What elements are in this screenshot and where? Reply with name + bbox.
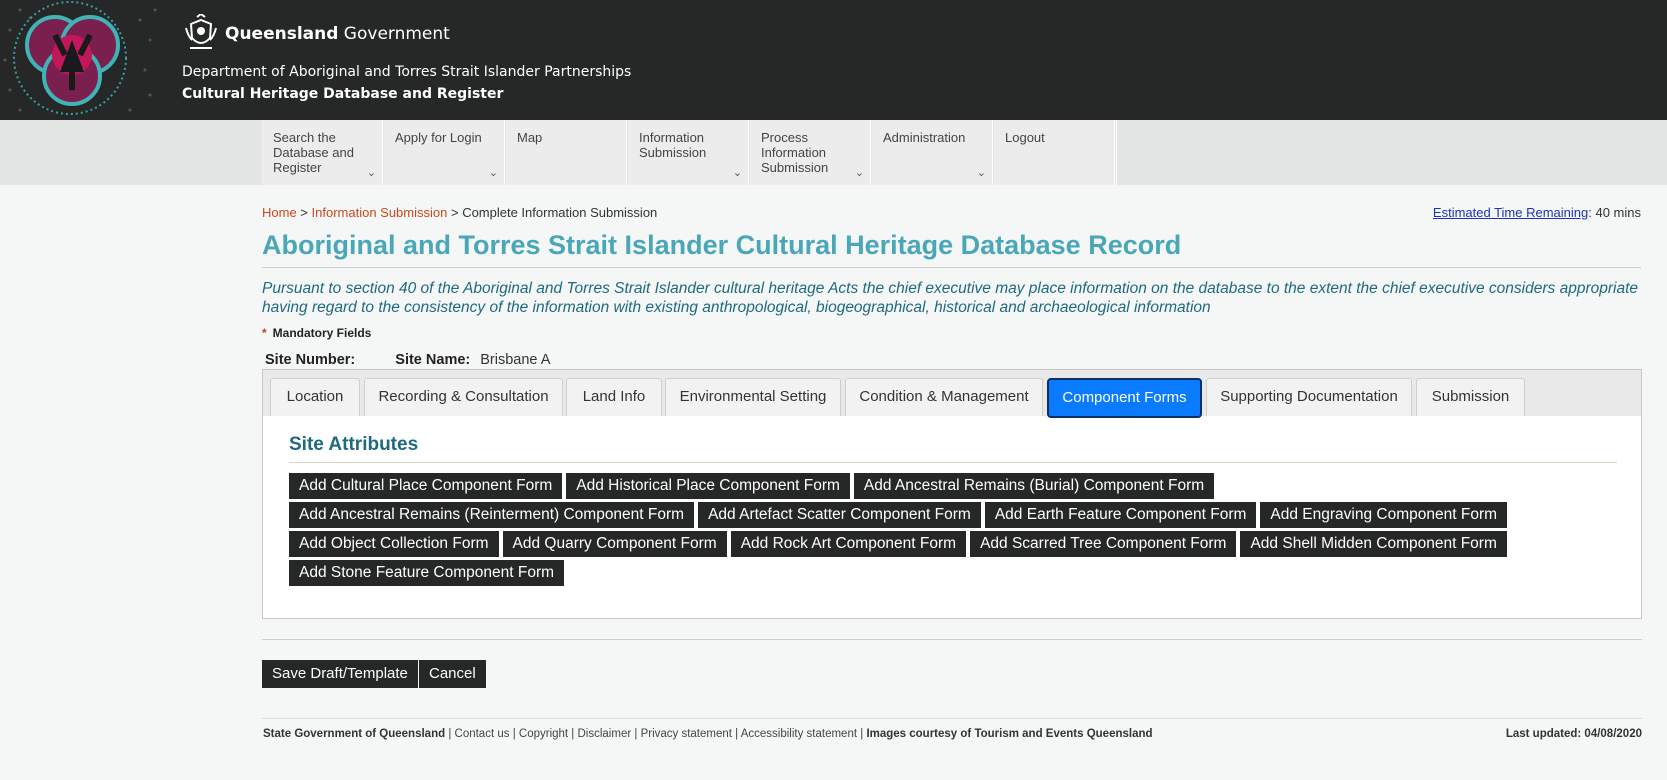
add-component-form-button[interactable]: Add Rock Art Component Form bbox=[730, 531, 967, 557]
breadcrumb-current: Complete Information Submission bbox=[462, 205, 658, 220]
title-divider bbox=[262, 267, 1641, 268]
main-nav: Search the Database and Register ⌄ Apply f… bbox=[0, 120, 1667, 185]
nav-item-apply-login[interactable]: Apply for Login ⌄ bbox=[384, 120, 505, 185]
add-component-form-button[interactable]: Add Cultural Place Component Form bbox=[289, 473, 563, 499]
time-remaining: Estimated Time Remaining: 40 mins bbox=[1432, 205, 1641, 220]
nav-item-label: Administration bbox=[883, 130, 966, 145]
add-component-form-button[interactable]: Add Earth Feature Component Form bbox=[984, 502, 1257, 528]
add-component-form-button[interactable]: Add Quarry Component Form bbox=[502, 531, 727, 557]
actions-divider bbox=[262, 639, 1642, 640]
queensland-crest-icon bbox=[182, 12, 220, 52]
add-component-form-button[interactable]: Add Shell Midden Component Form bbox=[1240, 531, 1507, 557]
footer-disclaimer-link[interactable]: Disclaimer bbox=[578, 728, 632, 740]
breadcrumb-home[interactable]: Home bbox=[262, 205, 297, 220]
site-attributes-divider bbox=[289, 462, 1617, 463]
chevron-down-icon[interactable]: ⌄ bbox=[733, 166, 742, 181]
record-tabs-panel: Location Recording & Consultation Land Inf… bbox=[262, 369, 1642, 619]
site-name-label: Site Name: bbox=[395, 352, 471, 368]
tab-supporting-documentation[interactable]: Supporting Documentation bbox=[1206, 378, 1412, 416]
site-attributes-title: Site Attributes bbox=[289, 434, 419, 455]
site-info-row: Site Number: Site Name: Brisbane A bbox=[265, 352, 550, 368]
component-form-buttons: Add Cultural Place Component Form Add His… bbox=[289, 473, 1609, 589]
intro-text: Pursuant to section 40 of the Aboriginal… bbox=[262, 280, 1638, 316]
chevron-down-icon[interactable]: ⌄ bbox=[489, 166, 498, 181]
chevron-down-icon[interactable]: ⌄ bbox=[855, 166, 864, 181]
site-subtitle: Cultural Heritage Database and Register bbox=[182, 86, 504, 102]
chevron-down-icon[interactable]: ⌄ bbox=[367, 166, 376, 181]
site-name-value: Brisbane A bbox=[480, 352, 551, 368]
nav-item-label: Logout bbox=[1005, 130, 1045, 145]
add-component-form-button[interactable]: Add Artefact Scatter Component Form bbox=[698, 502, 981, 528]
tab-recording-consultation[interactable]: Recording & Consultation bbox=[364, 378, 563, 416]
add-component-form-button[interactable]: Add Object Collection Form bbox=[289, 531, 499, 557]
aboriginal-art-logo[interactable] bbox=[0, 0, 165, 120]
add-component-form-button[interactable]: Add Stone Feature Component Form bbox=[289, 560, 565, 586]
footer-images-credit: Images courtesy of Tourism and Events Qu… bbox=[866, 728, 1153, 740]
nav-item-map[interactable]: Map bbox=[506, 120, 627, 185]
footer-accessibility-link[interactable]: Accessibility statement bbox=[741, 728, 857, 740]
nav-item-label: Map bbox=[517, 130, 543, 145]
nav-item-label: Apply for Login bbox=[395, 130, 482, 145]
tab-condition-management[interactable]: Condition & Management bbox=[845, 378, 1043, 416]
tab-submission[interactable]: Submission bbox=[1416, 378, 1525, 416]
nav-item-label: Process Information Submission bbox=[761, 130, 829, 175]
footer-owner: State Government of Queensland bbox=[263, 728, 446, 740]
footer-contact-link[interactable]: Contact us bbox=[455, 728, 510, 740]
add-component-form-button[interactable]: Add Scarred Tree Component Form bbox=[970, 531, 1237, 557]
nav-item-search[interactable]: Search the Database and Register ⌄ bbox=[262, 120, 383, 185]
last-updated: Last updated: 04/08/2020 bbox=[1505, 728, 1642, 740]
nav-item-logout[interactable]: Logout bbox=[994, 120, 1115, 185]
breadcrumb-information-submission[interactable]: Information Submission bbox=[312, 205, 448, 220]
footer-links: State Government of Queensland | Contact… bbox=[263, 728, 1153, 740]
nav-end-divider bbox=[1116, 120, 1117, 185]
add-component-form-button[interactable]: Add Historical Place Component Form bbox=[566, 473, 850, 499]
save-draft-button[interactable]: Save Draft/Template bbox=[262, 660, 418, 688]
government-name: Queensland Government bbox=[225, 24, 450, 44]
mandatory-note: * Mandatory Fields bbox=[262, 326, 372, 340]
nav-item-information-submission[interactable]: Information Submission ⌄ bbox=[628, 120, 749, 185]
tab-location[interactable]: Location bbox=[270, 378, 360, 416]
footer-privacy-link[interactable]: Privacy statement bbox=[641, 728, 732, 740]
nav-item-administration[interactable]: Administration ⌄ bbox=[872, 120, 993, 185]
site-header: Queensland Government Department of Abor… bbox=[0, 0, 1667, 120]
add-component-form-button[interactable]: Add Engraving Component Form bbox=[1260, 502, 1508, 528]
nav-item-label: Search the Database and Register bbox=[273, 130, 354, 175]
tab-bar: Location Recording & Consultation Land Inf… bbox=[263, 370, 1641, 418]
nav-item-label: Information Submission bbox=[639, 130, 707, 160]
tab-component-forms[interactable]: Component Forms bbox=[1047, 378, 1202, 418]
tab-environmental-setting[interactable]: Environmental Setting bbox=[665, 378, 841, 416]
page-title: Aboriginal and Torres Strait Islander Cu… bbox=[262, 230, 1182, 260]
footer-divider bbox=[262, 718, 1642, 719]
site-number-label: Site Number: bbox=[265, 352, 356, 368]
footer-copyright-link[interactable]: Copyright bbox=[519, 728, 568, 740]
add-component-form-button[interactable]: Add Ancestral Remains (Reinterment) Comp… bbox=[289, 502, 695, 528]
cancel-button[interactable]: Cancel bbox=[419, 660, 486, 688]
chevron-down-icon[interactable]: ⌄ bbox=[977, 166, 986, 181]
nav-item-process-information-submission[interactable]: Process Information Submission ⌄ bbox=[750, 120, 871, 185]
department-name: Department of Aboriginal and Torres Stra… bbox=[182, 64, 632, 80]
add-component-form-button[interactable]: Add Ancestral Remains (Burial) Component… bbox=[853, 473, 1215, 499]
time-remaining-link[interactable]: Estimated Time Remaining bbox=[1433, 205, 1588, 220]
tab-land-info[interactable]: Land Info bbox=[566, 378, 662, 416]
breadcrumb: Home > Information Submission > Complete… bbox=[262, 205, 658, 220]
